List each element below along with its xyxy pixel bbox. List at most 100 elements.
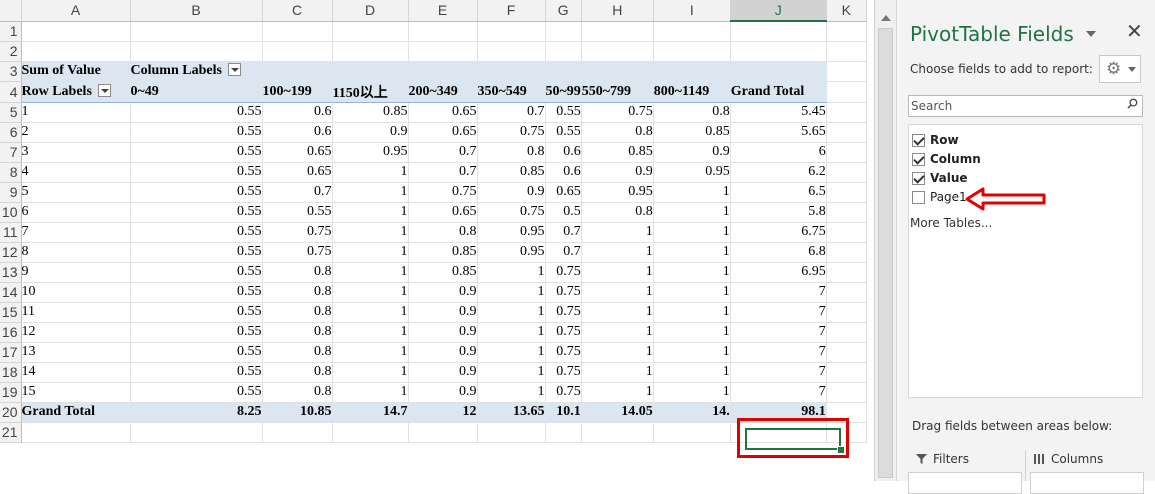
pivot-value-cell[interactable]: 0.65 xyxy=(262,162,333,183)
row-header[interactable]: 4 xyxy=(0,81,22,103)
cell[interactable] xyxy=(653,21,731,42)
cell[interactable] xyxy=(130,41,263,62)
pivot-value-cell[interactable]: 1 xyxy=(477,382,546,403)
cell[interactable] xyxy=(826,142,867,163)
column-header-c[interactable]: C xyxy=(262,0,333,22)
pivot-value-cell[interactable]: 0.55 xyxy=(130,202,263,223)
pivot-value-cell[interactable]: 1 xyxy=(581,262,654,283)
select-all-corner[interactable] xyxy=(0,0,22,22)
cell[interactable] xyxy=(826,21,867,42)
cell[interactable] xyxy=(477,21,546,42)
cell[interactable] xyxy=(477,61,546,82)
pivot-value-cell[interactable]: 0.9 xyxy=(408,342,478,363)
columns-drop-area[interactable] xyxy=(1030,472,1144,494)
pivot-row-label[interactable]: 10 xyxy=(21,282,131,303)
pivot-value-cell[interactable]: 1 xyxy=(653,262,731,283)
column-header-k[interactable]: K xyxy=(826,0,867,22)
field-search-input[interactable]: Search xyxy=(908,95,1143,117)
pivot-value-cell[interactable]: 0.55 xyxy=(130,362,263,383)
column-header-b[interactable]: B xyxy=(130,0,263,22)
pivot-value-cell[interactable]: 0.75 xyxy=(545,322,582,343)
cell[interactable] xyxy=(730,21,827,42)
pivot-row-label[interactable]: 2 xyxy=(21,122,131,143)
pivot-value-cell[interactable]: 1 xyxy=(332,302,409,323)
cell[interactable] xyxy=(730,41,827,62)
row-header[interactable]: 15 xyxy=(0,302,22,323)
grand-total-value[interactable]: 13.65 xyxy=(477,401,546,423)
column-header-h[interactable]: H xyxy=(581,0,654,22)
row-filter-dropdown-icon[interactable] xyxy=(97,83,111,97)
row-header[interactable]: 20 xyxy=(0,402,22,423)
row-labels-cell[interactable]: Row Labels xyxy=(21,81,131,103)
row-header[interactable]: 6 xyxy=(0,122,22,143)
cell[interactable] xyxy=(826,262,867,283)
pivot-value-cell[interactable]: 1 xyxy=(332,202,409,223)
pivot-row-label[interactable]: 4 xyxy=(21,162,131,183)
cell[interactable] xyxy=(21,41,131,62)
row-header[interactable]: 13 xyxy=(0,262,22,283)
pivot-value-cell[interactable]: 1 xyxy=(477,322,546,343)
pivot-value-cell[interactable]: 0.55 xyxy=(130,122,263,143)
cell[interactable] xyxy=(826,162,867,183)
pivot-value-cell[interactable]: 0.8 xyxy=(262,282,333,303)
close-icon[interactable]: ✕ xyxy=(1126,21,1143,41)
pivot-value-cell[interactable]: 0.55 xyxy=(130,282,263,303)
cell[interactable] xyxy=(130,422,263,443)
cell[interactable] xyxy=(581,21,654,42)
cell[interactable] xyxy=(826,182,867,203)
pivot-value-cell[interactable]: 0.9 xyxy=(408,382,478,403)
column-header-a[interactable]: A xyxy=(21,0,131,22)
pivot-value-cell[interactable]: 0.6 xyxy=(545,142,582,163)
pivot-row-label[interactable]: 3 xyxy=(21,142,131,163)
pivot-value-cell[interactable]: 0.75 xyxy=(408,182,478,203)
pivot-value-cell[interactable]: 0.9 xyxy=(408,302,478,323)
cell[interactable] xyxy=(477,41,546,62)
pivot-value-cell[interactable]: 0.75 xyxy=(545,382,582,403)
cell[interactable] xyxy=(130,21,263,42)
row-header[interactable]: 14 xyxy=(0,282,22,303)
cell[interactable] xyxy=(581,61,654,82)
row-header[interactable]: 2 xyxy=(0,41,22,62)
pivot-value-cell[interactable]: 1 xyxy=(477,262,546,283)
row-header[interactable]: 11 xyxy=(0,222,22,243)
row-header[interactable]: 7 xyxy=(0,142,22,163)
pivot-column-header[interactable]: 550~799 xyxy=(581,81,654,103)
pivot-value-cell[interactable]: 0.55 xyxy=(130,262,263,283)
pivot-row-label[interactable]: 1 xyxy=(21,102,131,123)
field-checkbox[interactable] xyxy=(912,134,925,147)
pivot-value-cell[interactable]: 1 xyxy=(581,322,654,343)
column-header-i[interactable]: I xyxy=(653,0,731,22)
pivot-value-cell[interactable]: 0.75 xyxy=(545,262,582,283)
pivot-value-cell[interactable]: 5.65 xyxy=(730,122,827,143)
grand-total-label[interactable]: Grand Total xyxy=(21,401,131,423)
pivot-value-cell[interactable]: 1 xyxy=(653,222,731,243)
pivot-column-header[interactable]: 1150以上 xyxy=(332,81,409,103)
pivot-value-cell[interactable]: 0.85 xyxy=(653,122,731,143)
cell[interactable] xyxy=(408,41,478,62)
pivot-value-cell[interactable]: 0.6 xyxy=(262,122,333,143)
pivot-value-cell[interactable]: 0.65 xyxy=(545,182,582,203)
cell[interactable] xyxy=(408,61,478,82)
grand-total-value[interactable]: 8.25 xyxy=(130,401,263,423)
pivot-row-label[interactable]: 12 xyxy=(21,322,131,343)
pivot-value-cell[interactable]: 1 xyxy=(653,282,731,303)
pivot-value-cell[interactable]: 1 xyxy=(332,262,409,283)
pivot-value-cell[interactable]: 0.9 xyxy=(408,322,478,343)
pane-options-chevron-down-icon[interactable] xyxy=(1086,31,1096,37)
pivot-value-cell[interactable]: 0.95 xyxy=(477,222,546,243)
cell[interactable] xyxy=(826,102,867,123)
grand-total-value[interactable]: 12 xyxy=(408,401,478,423)
cell[interactable] xyxy=(262,61,333,82)
pivot-value-cell[interactable]: 0.8 xyxy=(408,222,478,243)
pivot-value-cell[interactable]: 1 xyxy=(581,242,654,263)
pivot-value-cell[interactable]: 1 xyxy=(477,362,546,383)
pivot-value-cell[interactable]: 1 xyxy=(653,382,731,403)
cell[interactable] xyxy=(408,422,478,443)
pivot-value-cell[interactable]: 1 xyxy=(653,302,731,323)
pivot-value-cell[interactable]: 0.8 xyxy=(477,142,546,163)
row-header[interactable]: 8 xyxy=(0,162,22,183)
pivot-value-cell[interactable]: 1 xyxy=(477,282,546,303)
field-checkbox[interactable] xyxy=(912,172,925,185)
pivot-value-cell[interactable]: 1 xyxy=(653,362,731,383)
pivot-value-cell[interactable]: 0.9 xyxy=(581,162,654,183)
